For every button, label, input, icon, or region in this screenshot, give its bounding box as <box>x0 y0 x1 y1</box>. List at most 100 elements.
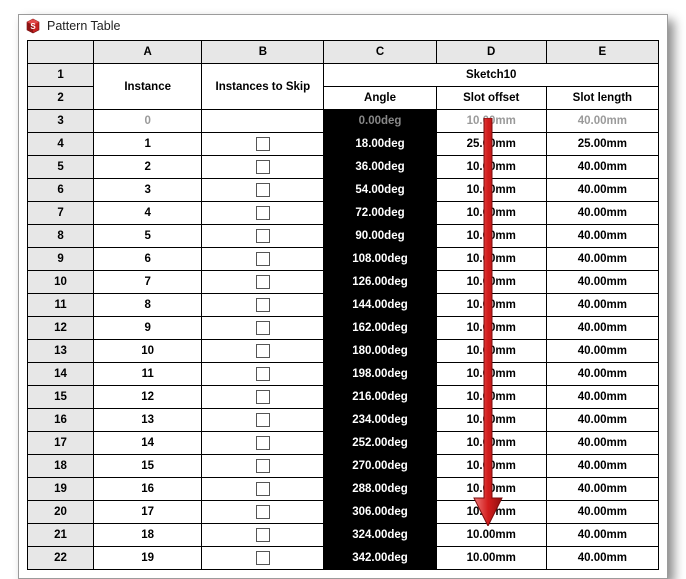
slot-length-cell[interactable]: 40.00mm <box>546 248 658 271</box>
skip-cell[interactable] <box>202 340 324 363</box>
row-number[interactable]: 11 <box>28 294 94 317</box>
row-number[interactable]: 21 <box>28 524 94 547</box>
slot-offset-cell[interactable]: 10.00mm <box>436 248 546 271</box>
skip-cell[interactable] <box>202 271 324 294</box>
skip-cell[interactable] <box>202 156 324 179</box>
row-number[interactable]: 5 <box>28 156 94 179</box>
slot-length-cell[interactable]: 40.00mm <box>546 156 658 179</box>
instance-cell[interactable]: 6 <box>94 248 202 271</box>
slot-length-cell[interactable]: 40.00mm <box>546 363 658 386</box>
column-letter[interactable]: C <box>324 41 436 64</box>
slot-length-cell[interactable]: 40.00mm <box>546 547 658 570</box>
row-number[interactable]: 12 <box>28 317 94 340</box>
slot-offset-cell[interactable]: 10.00mm <box>436 110 546 133</box>
angle-cell[interactable]: 90.00deg <box>324 225 436 248</box>
skip-cell[interactable] <box>202 409 324 432</box>
angle-cell[interactable]: 234.00deg <box>324 409 436 432</box>
skip-cell[interactable] <box>202 202 324 225</box>
row-number[interactable]: 10 <box>28 271 94 294</box>
instance-cell[interactable]: 10 <box>94 340 202 363</box>
angle-cell[interactable]: 288.00deg <box>324 478 436 501</box>
slot-offset-cell[interactable]: 10.00mm <box>436 432 546 455</box>
checkbox-icon[interactable] <box>256 252 270 266</box>
angle-cell[interactable]: 144.00deg <box>324 294 436 317</box>
row-number[interactable]: 18 <box>28 455 94 478</box>
slot-length-cell[interactable]: 25.00mm <box>546 133 658 156</box>
checkbox-icon[interactable] <box>256 344 270 358</box>
checkbox-icon[interactable] <box>256 413 270 427</box>
slot-length-cell[interactable]: 40.00mm <box>546 432 658 455</box>
instance-cell[interactable]: 1 <box>94 133 202 156</box>
row-number[interactable]: 8 <box>28 225 94 248</box>
slot-offset-cell[interactable]: 10.00mm <box>436 179 546 202</box>
row-number[interactable]: 4 <box>28 133 94 156</box>
slot-offset-cell[interactable]: 10.00mm <box>436 317 546 340</box>
skip-cell[interactable] <box>202 225 324 248</box>
row-number[interactable]: 19 <box>28 478 94 501</box>
instance-cell[interactable]: 17 <box>94 501 202 524</box>
skip-cell[interactable] <box>202 547 324 570</box>
checkbox-icon[interactable] <box>256 551 270 565</box>
slot-length-cell[interactable]: 40.00mm <box>546 202 658 225</box>
checkbox-icon[interactable] <box>256 459 270 473</box>
instance-cell[interactable]: 5 <box>94 225 202 248</box>
row-number[interactable]: 6 <box>28 179 94 202</box>
checkbox-icon[interactable] <box>256 183 270 197</box>
skip-cell[interactable] <box>202 432 324 455</box>
checkbox-icon[interactable] <box>256 528 270 542</box>
checkbox-icon[interactable] <box>256 229 270 243</box>
row-number[interactable]: 1 <box>28 64 94 87</box>
slot-offset-cell[interactable]: 25.00mm <box>436 133 546 156</box>
instance-cell[interactable]: 2 <box>94 156 202 179</box>
angle-cell[interactable]: 0.00deg <box>324 110 436 133</box>
column-letter[interactable]: E <box>546 41 658 64</box>
angle-cell[interactable]: 216.00deg <box>324 386 436 409</box>
instance-cell[interactable]: 12 <box>94 386 202 409</box>
instance-cell[interactable]: 8 <box>94 294 202 317</box>
skip-cell[interactable] <box>202 455 324 478</box>
angle-cell[interactable]: 180.00deg <box>324 340 436 363</box>
row-number[interactable]: 2 <box>28 87 94 110</box>
slot-offset-cell[interactable]: 10.00mm <box>436 386 546 409</box>
angle-cell[interactable]: 162.00deg <box>324 317 436 340</box>
slot-length-cell[interactable]: 40.00mm <box>546 409 658 432</box>
checkbox-icon[interactable] <box>256 390 270 404</box>
column-letter[interactable]: D <box>436 41 546 64</box>
checkbox-icon[interactable] <box>256 505 270 519</box>
row-number[interactable]: 15 <box>28 386 94 409</box>
row-number[interactable]: 9 <box>28 248 94 271</box>
row-number[interactable]: 14 <box>28 363 94 386</box>
checkbox-icon[interactable] <box>256 137 270 151</box>
slot-length-cell[interactable]: 40.00mm <box>546 340 658 363</box>
angle-cell[interactable]: 342.00deg <box>324 547 436 570</box>
skip-cell[interactable] <box>202 501 324 524</box>
row-number[interactable]: 13 <box>28 340 94 363</box>
column-letter[interactable]: A <box>94 41 202 64</box>
skip-cell[interactable] <box>202 133 324 156</box>
slot-length-cell[interactable]: 40.00mm <box>546 386 658 409</box>
angle-cell[interactable]: 36.00deg <box>324 156 436 179</box>
instance-cell[interactable]: 14 <box>94 432 202 455</box>
instance-cell[interactable]: 7 <box>94 271 202 294</box>
row-number[interactable]: 3 <box>28 110 94 133</box>
skip-cell[interactable] <box>202 248 324 271</box>
slot-offset-cell[interactable]: 10.00mm <box>436 524 546 547</box>
checkbox-icon[interactable] <box>256 482 270 496</box>
slot-length-cell[interactable]: 40.00mm <box>546 225 658 248</box>
angle-cell[interactable]: 108.00deg <box>324 248 436 271</box>
skip-cell[interactable] <box>202 478 324 501</box>
slot-offset-cell[interactable]: 10.00mm <box>436 363 546 386</box>
angle-cell[interactable]: 252.00deg <box>324 432 436 455</box>
slot-offset-cell[interactable]: 10.00mm <box>436 294 546 317</box>
slot-offset-cell[interactable]: 10.00mm <box>436 547 546 570</box>
angle-cell[interactable]: 270.00deg <box>324 455 436 478</box>
slot-offset-cell[interactable]: 10.00mm <box>436 409 546 432</box>
instance-cell[interactable]: 3 <box>94 179 202 202</box>
instance-cell[interactable]: 19 <box>94 547 202 570</box>
checkbox-icon[interactable] <box>256 275 270 289</box>
instance-cell[interactable]: 4 <box>94 202 202 225</box>
skip-cell[interactable] <box>202 179 324 202</box>
instance-cell[interactable]: 16 <box>94 478 202 501</box>
slot-length-cell[interactable]: 40.00mm <box>546 317 658 340</box>
slot-length-cell[interactable]: 40.00mm <box>546 110 658 133</box>
